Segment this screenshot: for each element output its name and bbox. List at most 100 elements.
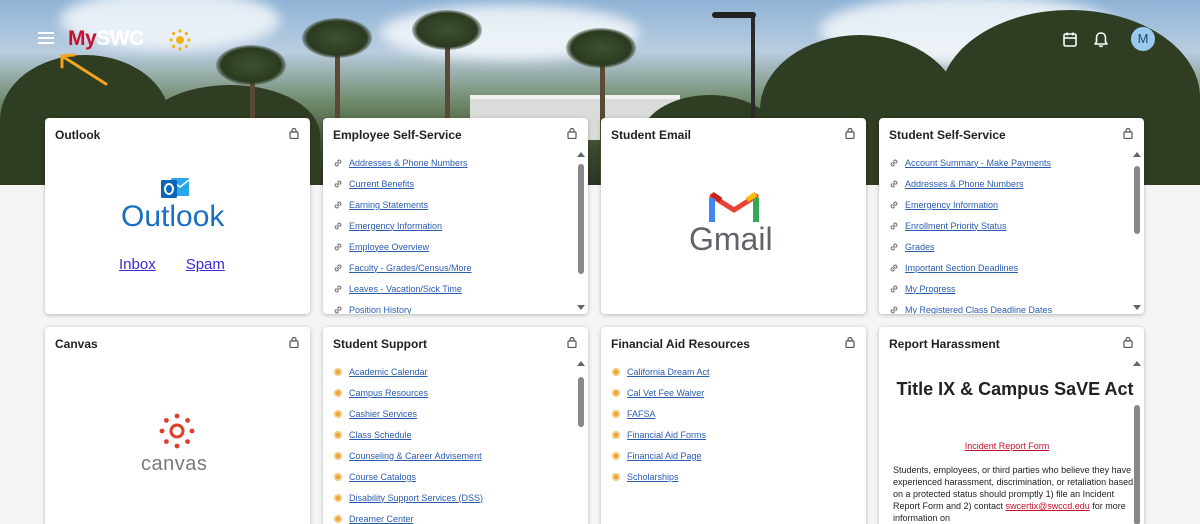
outlook-links: Inbox Spam	[119, 256, 255, 273]
list-item-link[interactable]: Financial Aid Page	[627, 451, 702, 461]
scroll-thumb[interactable]	[578, 164, 584, 274]
list-item: Grades	[889, 236, 1124, 257]
card-financial-aid-resources: Financial Aid Resources California Dream…	[601, 327, 866, 524]
list-item: Scholarships	[611, 466, 846, 487]
list-item: Emergency Information	[889, 194, 1124, 215]
link-icon	[334, 243, 342, 250]
list-item-link[interactable]: Leaves - Vacation/Sick Time	[349, 284, 462, 294]
scrollbar[interactable]	[577, 361, 585, 524]
list-item-link[interactable]: My Progress	[905, 284, 956, 294]
list-item: Addresses & Phone Numbers	[889, 173, 1124, 194]
scrollbar[interactable]	[577, 152, 585, 310]
list-item: Faculty - Grades/Census/More	[333, 257, 568, 278]
list-item-link[interactable]: My Registered Class Deadline Dates	[905, 305, 1052, 315]
list-item-link[interactable]: Counseling & Career Advisement	[349, 451, 482, 461]
incident-report-link[interactable]: Incident Report Form	[965, 441, 1050, 451]
list-item: Campus Resources	[333, 382, 568, 403]
list-item-link[interactable]: Addresses & Phone Numbers	[905, 179, 1024, 189]
list-item-link[interactable]: Emergency Information	[349, 221, 442, 231]
list-item: Cashier Services	[333, 403, 568, 424]
spam-link[interactable]: Spam	[186, 256, 225, 273]
card-title: Financial Aid Resources	[611, 337, 750, 351]
list-item-link[interactable]: Current Benefits	[349, 179, 414, 189]
scroll-up-arrow-icon[interactable]	[577, 361, 585, 366]
list-item-link[interactable]: Enrollment Priority Status	[905, 221, 1007, 231]
lock-icon[interactable]	[1123, 127, 1133, 139]
scroll-down-arrow-icon[interactable]	[577, 305, 585, 310]
calendar-icon[interactable]	[1060, 30, 1080, 50]
link-icon	[890, 264, 898, 271]
gmail-logo-text: Gmail	[689, 221, 773, 257]
lock-icon[interactable]	[567, 127, 577, 139]
list-item-link[interactable]: Campus Resources	[349, 388, 428, 398]
link-icon	[334, 222, 342, 229]
card-outlook: Outlook Outlook Inbox Spam	[45, 118, 310, 314]
card-student-email: Student Email Gmail	[601, 118, 866, 314]
list-item-link[interactable]: Dreamer Center	[349, 514, 414, 524]
email-link[interactable]: swcertix@swccd.edu	[1006, 501, 1090, 511]
lock-icon[interactable]	[289, 127, 299, 139]
link-icon	[334, 306, 342, 313]
list-item-link[interactable]: Earning Statements	[349, 200, 428, 210]
bullet-dot-icon	[334, 367, 342, 376]
scroll-thumb[interactable]	[578, 377, 584, 427]
avatar[interactable]: M	[1131, 27, 1155, 51]
list-item-link[interactable]: FAFSA	[627, 409, 656, 419]
list-item-link[interactable]: Grades	[905, 242, 935, 252]
scroll-thumb[interactable]	[1134, 405, 1140, 524]
scroll-thumb[interactable]	[1134, 166, 1140, 234]
scroll-up-arrow-icon[interactable]	[1133, 152, 1141, 157]
list-item: Earning Statements	[333, 194, 568, 215]
list-item: Current Benefits	[333, 173, 568, 194]
card-student-self-service: Student Self-Service Account Summary - M…	[879, 118, 1144, 314]
annotation-arrow-icon	[60, 53, 108, 86]
bullet-dot-icon	[334, 409, 342, 418]
list-item-link[interactable]: Position History	[349, 305, 412, 315]
list-item: FAFSA	[611, 403, 846, 424]
scrollbar[interactable]	[1133, 152, 1141, 310]
link-icon	[890, 201, 898, 208]
scrollbar[interactable]	[1133, 361, 1141, 524]
lock-icon[interactable]	[845, 336, 855, 348]
list-item-link[interactable]: Employee Overview	[349, 242, 429, 252]
bell-icon[interactable]	[1091, 30, 1111, 50]
list-item: Cal Vet Fee Waiver	[611, 382, 846, 403]
incident-report-link-wrap: Incident Report Form	[879, 441, 1135, 451]
lock-icon[interactable]	[567, 336, 577, 348]
inbox-link[interactable]: Inbox	[119, 256, 156, 273]
scroll-down-arrow-icon[interactable]	[1133, 305, 1141, 310]
hamburger-menu-icon[interactable]	[38, 32, 54, 46]
list-item-link[interactable]: Addresses & Phone Numbers	[349, 158, 468, 168]
list-item-link[interactable]: Emergency Information	[905, 200, 998, 210]
scroll-up-arrow-icon[interactable]	[577, 152, 585, 157]
myswc-logo[interactable]: MySWC	[68, 27, 144, 51]
link-icon	[890, 306, 898, 313]
bullet-dot-icon	[612, 430, 620, 439]
list-item: Enrollment Priority Status	[889, 215, 1124, 236]
list-item-link[interactable]: Cal Vet Fee Waiver	[627, 388, 704, 398]
lock-icon[interactable]	[1123, 336, 1133, 348]
list-item: My Registered Class Deadline Dates	[889, 299, 1124, 314]
link-icon	[334, 159, 342, 166]
link-icon	[890, 180, 898, 187]
list-item-link[interactable]: Scholarships	[627, 472, 679, 482]
list-item: Emergency Information	[333, 215, 568, 236]
list-item-link[interactable]: Faculty - Grades/Census/More	[349, 263, 472, 273]
list-item-link[interactable]: Disability Support Services (DSS)	[349, 493, 483, 503]
bullet-dot-icon	[334, 451, 342, 460]
list-item-link[interactable]: Financial Aid Forms	[627, 430, 706, 440]
list-item: California Dream Act	[611, 361, 846, 382]
lock-icon[interactable]	[845, 127, 855, 139]
list-item-link[interactable]: Cashier Services	[349, 409, 417, 419]
lock-icon[interactable]	[289, 336, 299, 348]
list-item-link[interactable]: Class Schedule	[349, 430, 412, 440]
list-item-link[interactable]: Academic Calendar	[349, 367, 428, 377]
list-item-link[interactable]: Account Summary - Make Payments	[905, 158, 1051, 168]
scroll-up-arrow-icon[interactable]	[1133, 361, 1141, 366]
list-item-link[interactable]: California Dream Act	[627, 367, 710, 377]
list-item: Important Section Deadlines	[889, 257, 1124, 278]
list-item: Financial Aid Page	[611, 445, 846, 466]
list-item-link[interactable]: Course Catalogs	[349, 472, 416, 482]
list-item-link[interactable]: Important Section Deadlines	[905, 263, 1018, 273]
list-item: Account Summary - Make Payments	[889, 152, 1124, 173]
